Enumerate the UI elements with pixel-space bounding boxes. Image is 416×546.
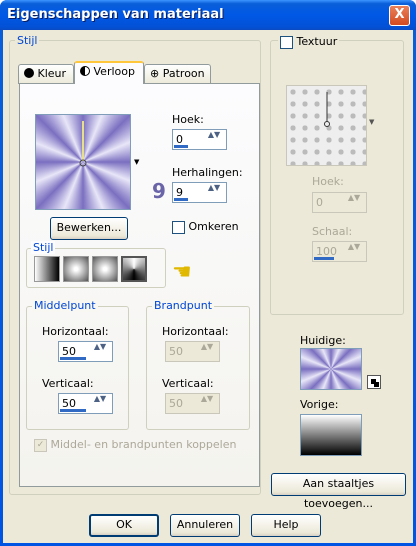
herhalingen-bar — [174, 198, 188, 201]
pointing-hand-icon: ☚ — [172, 260, 192, 285]
brandpunt-h-value: 50 — [169, 345, 183, 358]
hoek-label: Hoek: — [172, 113, 204, 126]
koppelen-checkbox: ✓ Middel- en brandpunten koppelen — [34, 438, 236, 452]
brandpunt-v-stepper: 50 ▲▼ — [165, 393, 220, 414]
spin-arrows-icon: ▲▼ — [347, 193, 361, 202]
swap-icon[interactable] — [367, 375, 381, 389]
spin-arrows-icon: ▲▼ — [200, 342, 214, 351]
pattern-icon: ⊕ — [150, 67, 160, 80]
half-circle-icon — [80, 66, 90, 76]
textuur-check[interactable] — [280, 35, 293, 49]
style-rectangular-button[interactable] — [63, 256, 89, 282]
spin-arrows-icon[interactable]: ▲▼ — [89, 343, 111, 360]
stijl-buttons — [34, 256, 164, 284]
middelpunt-h-bar — [60, 357, 86, 360]
textuur-label: Textuur — [296, 35, 338, 48]
huidige-swatch — [300, 348, 362, 390]
tab-patroon[interactable]: ⊕ Patroon — [144, 64, 211, 84]
gradient-preview[interactable] — [35, 114, 131, 210]
stijl-sub-label: Stijl — [31, 241, 56, 254]
aan-staaltjes-toevoegen-button[interactable]: Aan staaltjes toevoegen... — [271, 473, 406, 510]
gradient-dropdown-arrow-icon[interactable]: ▼ — [134, 158, 139, 166]
omkeren-label: Omkeren — [188, 220, 239, 233]
middelpunt-v-bar — [60, 409, 86, 412]
koppelen-label: Middel- en brandpunten koppelen — [50, 438, 237, 451]
tab-verloop-label: Verloop — [93, 65, 135, 78]
ok-button[interactable]: OK — [89, 514, 159, 537]
verloop-panel: ▼ Hoek: 0 ▲▼ Herhalingen: 9 9 ▲▼ Bewerke… — [19, 83, 260, 487]
style-sunburst-button[interactable] — [121, 256, 147, 282]
textuur-schaal-stepper: 100 ▲▼ — [312, 241, 367, 262]
texture-preview — [286, 85, 367, 166]
spin-arrows-icon: ▲▼ — [200, 394, 214, 403]
bewerken-button[interactable]: Bewerken... — [50, 217, 128, 240]
stijl-group-label: Stijl — [15, 34, 40, 47]
texture-dropdown-arrow-icon: ▼ — [369, 118, 375, 126]
annuleren-button[interactable]: Annuleren — [170, 514, 240, 537]
brandpunt-v-value: 50 — [169, 397, 183, 410]
hoek-stepper[interactable]: 0 ▲▼ — [172, 129, 227, 150]
tab-verloop[interactable]: Verloop — [74, 61, 144, 84]
texture-handle-icon — [324, 92, 330, 127]
help-button[interactable]: Help — [251, 514, 321, 537]
annotation-number: 9 — [152, 179, 166, 203]
tab-kleur[interactable]: Kleur — [18, 64, 74, 84]
stijl-sub-groupbox — [26, 248, 166, 288]
brandpunt-h-stepper: 50 ▲▼ — [165, 341, 220, 362]
dialog-body: Stijl Kleur Verloop ⊕ Patroon ▼ Hoek: 0 … — [3, 30, 413, 543]
brandpunt-h-label: Horizontaal: — [162, 325, 229, 338]
middelpunt-v-stepper[interactable]: 50 ▲▼ — [58, 393, 113, 414]
window-title: Eigenschappen van materiaal — [7, 7, 224, 22]
textuur-hoek-label: Hoek: — [312, 175, 344, 188]
middelpunt-v-label: Verticaal: — [42, 377, 94, 390]
close-button[interactable]: X — [389, 5, 410, 26]
textuur-checkbox[interactable]: Textuur — [278, 35, 340, 49]
vorige-swatch[interactable] — [300, 414, 362, 456]
gradient-handle-icon — [79, 121, 87, 167]
spin-arrows-icon: ▲▼ — [347, 242, 361, 251]
huidige-label: Huidige: — [300, 334, 346, 347]
middelpunt-h-label: Horizontaal: — [42, 325, 109, 338]
middelpunt-h-stepper[interactable]: 50 ▲▼ — [58, 341, 113, 362]
spin-arrows-icon[interactable]: ▲▼ — [203, 131, 225, 148]
dialog-window: Eigenschappen van materiaal X Stijl Kleu… — [0, 0, 416, 546]
title-bar: Eigenschappen van materiaal X — [0, 0, 416, 30]
koppelen-check: ✓ — [34, 438, 47, 452]
vorige-label: Vorige: — [300, 398, 339, 411]
spin-arrows-icon[interactable]: ▲▼ — [89, 395, 111, 412]
style-linear-button[interactable] — [34, 256, 60, 282]
herhalingen-stepper[interactable]: 9 ▲▼ — [172, 182, 227, 203]
middelpunt-title: Middelpunt — [32, 299, 98, 312]
herhalingen-label: Herhalingen: — [172, 166, 243, 179]
textuur-schaal-bar — [314, 257, 334, 260]
style-radial-button[interactable] — [92, 256, 118, 282]
tab-patroon-label: Patroon — [162, 67, 205, 80]
omkeren-checkbox[interactable]: Omkeren — [172, 220, 239, 234]
brandpunt-title: Brandpunt — [152, 299, 215, 312]
tab-kleur-label: Kleur — [37, 67, 67, 80]
textuur-hoek-value: 0 — [316, 196, 323, 209]
spin-arrows-icon[interactable]: ▲▼ — [203, 184, 225, 201]
textuur-schaal-label: Schaal: — [312, 225, 353, 238]
textuur-hoek-stepper: 0 ▲▼ — [312, 192, 367, 213]
circle-icon — [24, 68, 34, 78]
brandpunt-v-label: Verticaal: — [162, 377, 214, 390]
hoek-bar — [174, 145, 188, 148]
omkeren-check[interactable] — [172, 220, 185, 234]
